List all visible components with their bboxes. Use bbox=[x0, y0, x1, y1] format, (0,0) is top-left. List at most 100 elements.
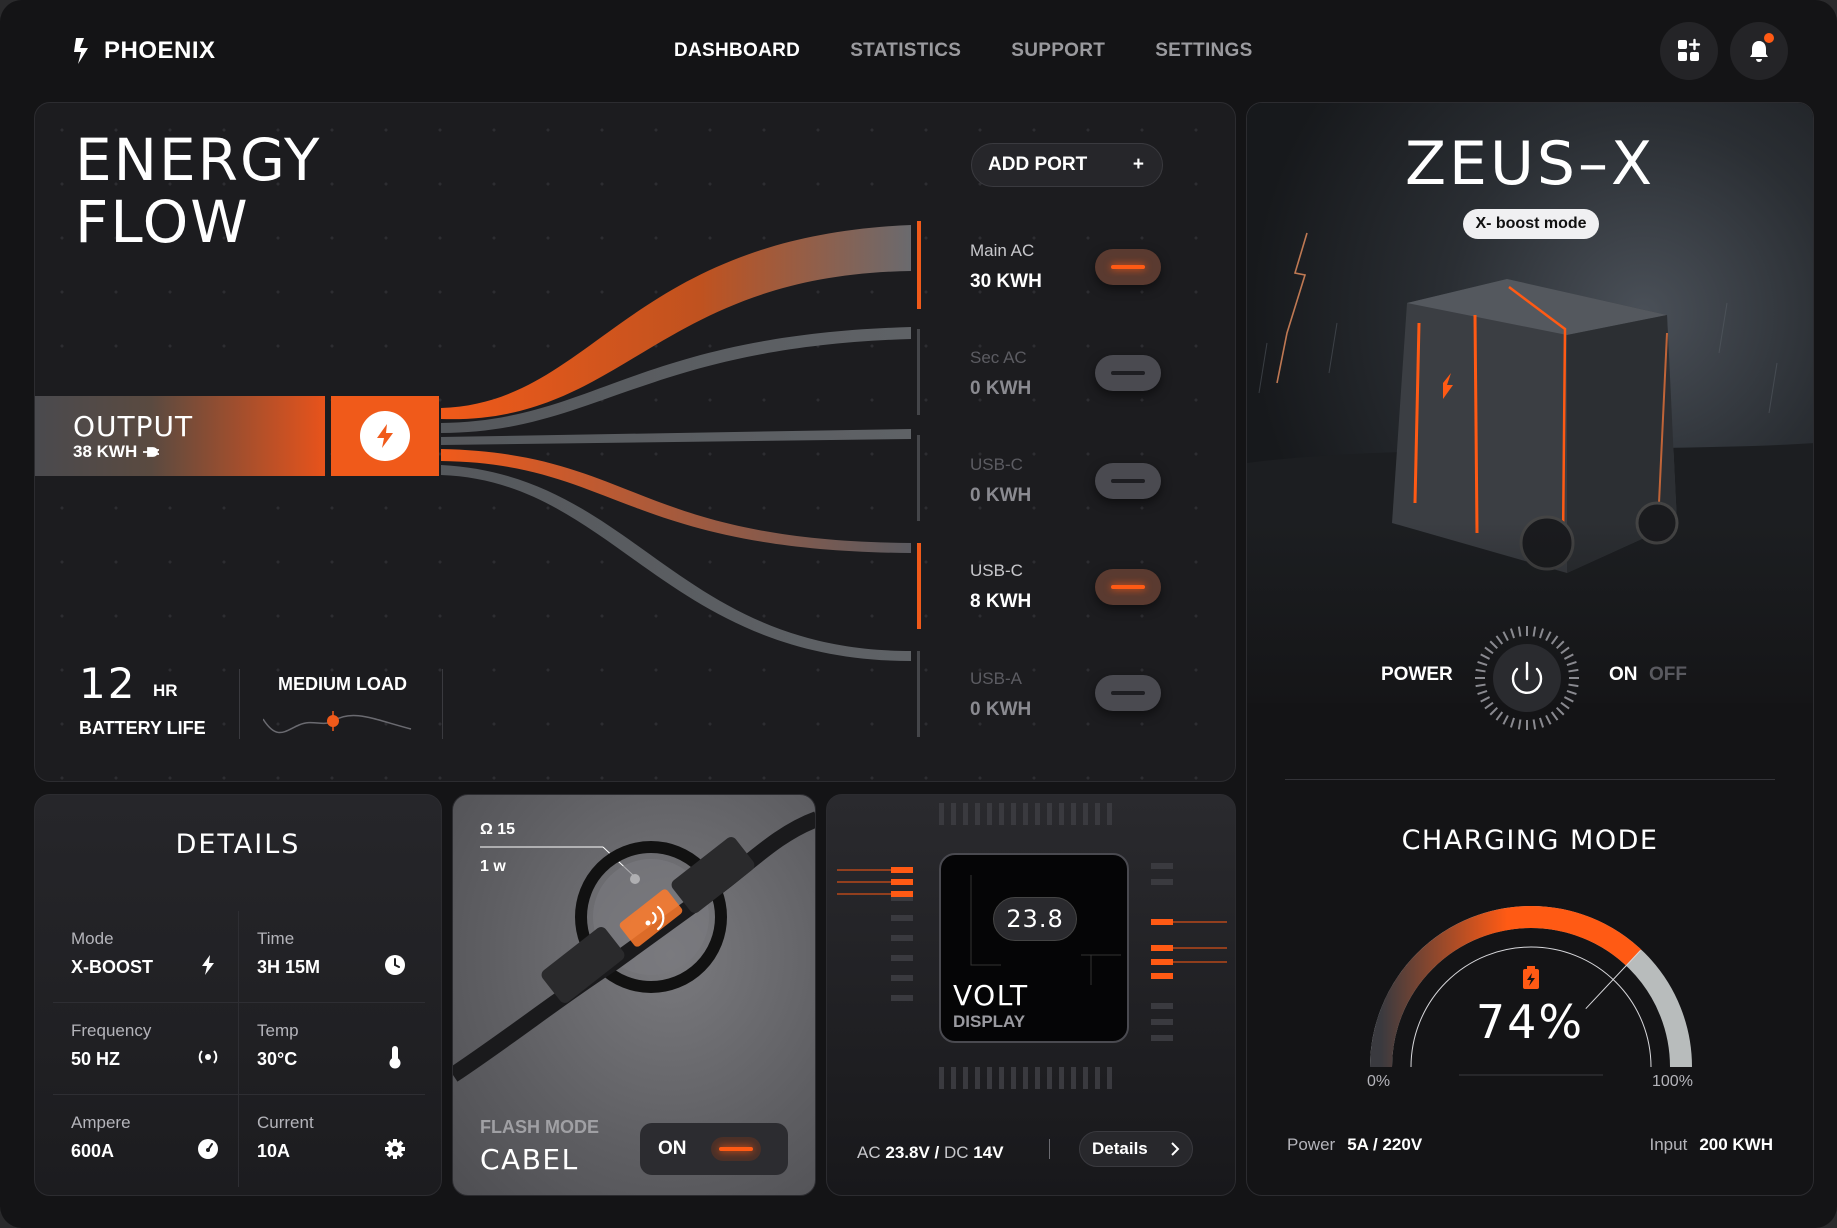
apps-add-button[interactable] bbox=[1660, 22, 1718, 80]
detail-temp: Temp 30°C bbox=[239, 1003, 425, 1095]
app-frame: PHOENIX DASHBOARD STATISTICS SUPPORT SET… bbox=[0, 0, 1837, 1228]
port-value: 0 KWH bbox=[970, 485, 1032, 506]
port-line-main-ac bbox=[917, 221, 921, 309]
port-toggle-usbc-2[interactable] bbox=[1095, 569, 1161, 605]
port-value: 8 KWH bbox=[970, 591, 1032, 612]
nav-settings[interactable]: SETTINGS bbox=[1155, 40, 1252, 62]
detail-value: 50 HZ bbox=[71, 1049, 121, 1069]
gauge-max-label: 100% bbox=[1652, 1073, 1693, 1090]
toggle-label: ON bbox=[658, 1138, 687, 1159]
battery-life-label: BATTERY LIFE bbox=[79, 718, 206, 738]
plug-icon bbox=[143, 447, 160, 457]
nav-support[interactable]: SUPPORT bbox=[1011, 40, 1105, 62]
details-panel: DETAILS Mode X-BOOST Time 3H 15M Frequen… bbox=[34, 794, 442, 1196]
output-value: 38 KWH bbox=[73, 442, 138, 461]
product-title: ZEUS–X bbox=[1404, 129, 1656, 199]
zeus-panel: ZEUS–X X- boost mode POWER ON OFF CHARGI… bbox=[1246, 102, 1814, 1196]
detail-value: 600A bbox=[71, 1141, 115, 1161]
gauge-icon bbox=[196, 1137, 220, 1161]
port-sec-ac: Sec AC 0 KWH bbox=[970, 348, 1031, 400]
bolt-circle bbox=[360, 411, 410, 461]
input-value: 200 KWH bbox=[1699, 1135, 1773, 1154]
flash-mode-label: FLASH MODE bbox=[480, 1117, 599, 1137]
ac-label: AC bbox=[857, 1143, 881, 1162]
detail-time: Time 3H 15M bbox=[239, 911, 425, 1003]
output-label: OUTPUT bbox=[73, 410, 194, 443]
charge-gauge bbox=[1370, 906, 1692, 1076]
clock-icon bbox=[383, 953, 407, 977]
power-key: Power bbox=[1287, 1135, 1336, 1154]
detail-frequency: Frequency 50 HZ bbox=[53, 1003, 239, 1095]
battery-charging-icon bbox=[1523, 966, 1539, 989]
port-toggle-usb-a[interactable] bbox=[1095, 675, 1161, 711]
port-line-usb-a bbox=[917, 651, 920, 737]
port-toggle-sec-ac[interactable] bbox=[1095, 355, 1161, 391]
flow-main-ac bbox=[441, 225, 911, 420]
details-label: Details bbox=[1092, 1139, 1148, 1158]
port-name: USB-C bbox=[970, 561, 1023, 580]
detail-key: Ampere bbox=[71, 1113, 131, 1132]
detail-value: 3H 15M bbox=[257, 957, 321, 977]
port-name: Sec AC bbox=[970, 348, 1027, 367]
ac-value: 23.8V bbox=[885, 1143, 930, 1162]
battery-life-unit: HR bbox=[153, 681, 178, 700]
power-label: POWER bbox=[1381, 664, 1453, 685]
output-power-button[interactable] bbox=[331, 396, 439, 476]
port-value: 0 KWH bbox=[970, 699, 1032, 720]
detail-key: Mode bbox=[71, 929, 114, 948]
input-readout: Input 200 KWH bbox=[1650, 1135, 1774, 1155]
nav-dashboard[interactable]: DASHBOARD bbox=[674, 40, 800, 62]
volt-panel: 23.8 VOLT DISPLAY AC 23.8V / DC 14V Deta… bbox=[826, 794, 1236, 1196]
power-off-option[interactable]: OFF bbox=[1649, 664, 1687, 686]
chevron-right-icon bbox=[1171, 1142, 1180, 1156]
slash-separator: / bbox=[934, 1143, 940, 1162]
brand-logo[interactable]: PHOENIX bbox=[72, 36, 216, 66]
details-title: DETAILS bbox=[175, 829, 301, 860]
port-value: 0 KWH bbox=[970, 378, 1032, 399]
load-wave bbox=[263, 711, 412, 734]
port-usbc-2: USB-C 8 KWH bbox=[970, 561, 1031, 613]
cable-image bbox=[453, 811, 815, 1082]
brand-name: PHOENIX bbox=[104, 37, 216, 64]
apps-add-icon bbox=[1678, 38, 1701, 61]
toggle-pill bbox=[710, 1137, 761, 1161]
flow-sec-ac bbox=[441, 327, 911, 433]
input-key: Input bbox=[1649, 1135, 1688, 1154]
nav-statistics[interactable]: STATISTICS bbox=[850, 40, 961, 62]
volt-title: VOLT bbox=[953, 979, 1029, 1012]
port-line-sec-ac bbox=[917, 329, 920, 415]
volt-display: 23.8 VOLT DISPLAY bbox=[939, 853, 1129, 1043]
charging-mode-title: CHARGING MODE bbox=[1401, 825, 1659, 856]
port-toggle-usbc-1[interactable] bbox=[1095, 463, 1161, 499]
load-label: MEDIUM LOAD bbox=[278, 674, 407, 694]
notifications-button[interactable] bbox=[1730, 22, 1788, 80]
gear-icon bbox=[383, 1137, 407, 1161]
dc-label: DC bbox=[944, 1143, 969, 1162]
main-nav: DASHBOARD STATISTICS SUPPORT SETTINGS bbox=[674, 40, 1253, 62]
load-indicator bbox=[327, 715, 339, 727]
detail-key: Time bbox=[257, 929, 295, 948]
detail-key: Temp bbox=[257, 1021, 299, 1040]
flow-usbc-2 bbox=[441, 449, 911, 553]
port-name: USB-A bbox=[970, 669, 1022, 688]
volt-value: 23.8 bbox=[993, 897, 1077, 941]
charge-percent: 74% bbox=[1475, 995, 1585, 1049]
detail-value: X-BOOST bbox=[71, 957, 154, 977]
flash-mode-toggle[interactable]: ON bbox=[640, 1123, 788, 1175]
power-knob[interactable] bbox=[1472, 623, 1582, 733]
signal-icon bbox=[196, 1045, 220, 1069]
power-readout: Power 5A / 220V bbox=[1287, 1135, 1422, 1155]
power-on-option[interactable]: ON bbox=[1609, 664, 1638, 686]
gauge-min-label: 0% bbox=[1367, 1073, 1391, 1090]
port-toggle-main-ac[interactable] bbox=[1095, 249, 1161, 285]
detail-key: Current bbox=[257, 1113, 314, 1132]
port-name: USB-C bbox=[970, 455, 1023, 474]
notification-dot bbox=[1764, 33, 1774, 43]
detail-value: 10A bbox=[257, 1141, 291, 1161]
details-button[interactable]: Details bbox=[1079, 1131, 1193, 1167]
battery-life-value: 12 bbox=[79, 659, 137, 708]
cable-panel: Ω 15 1 w FLASH MODE CABEL ON bbox=[452, 794, 816, 1196]
port-main-ac: Main AC 30 KWH bbox=[970, 241, 1042, 293]
thermometer-icon bbox=[383, 1045, 407, 1069]
bolt-icon bbox=[196, 953, 220, 977]
